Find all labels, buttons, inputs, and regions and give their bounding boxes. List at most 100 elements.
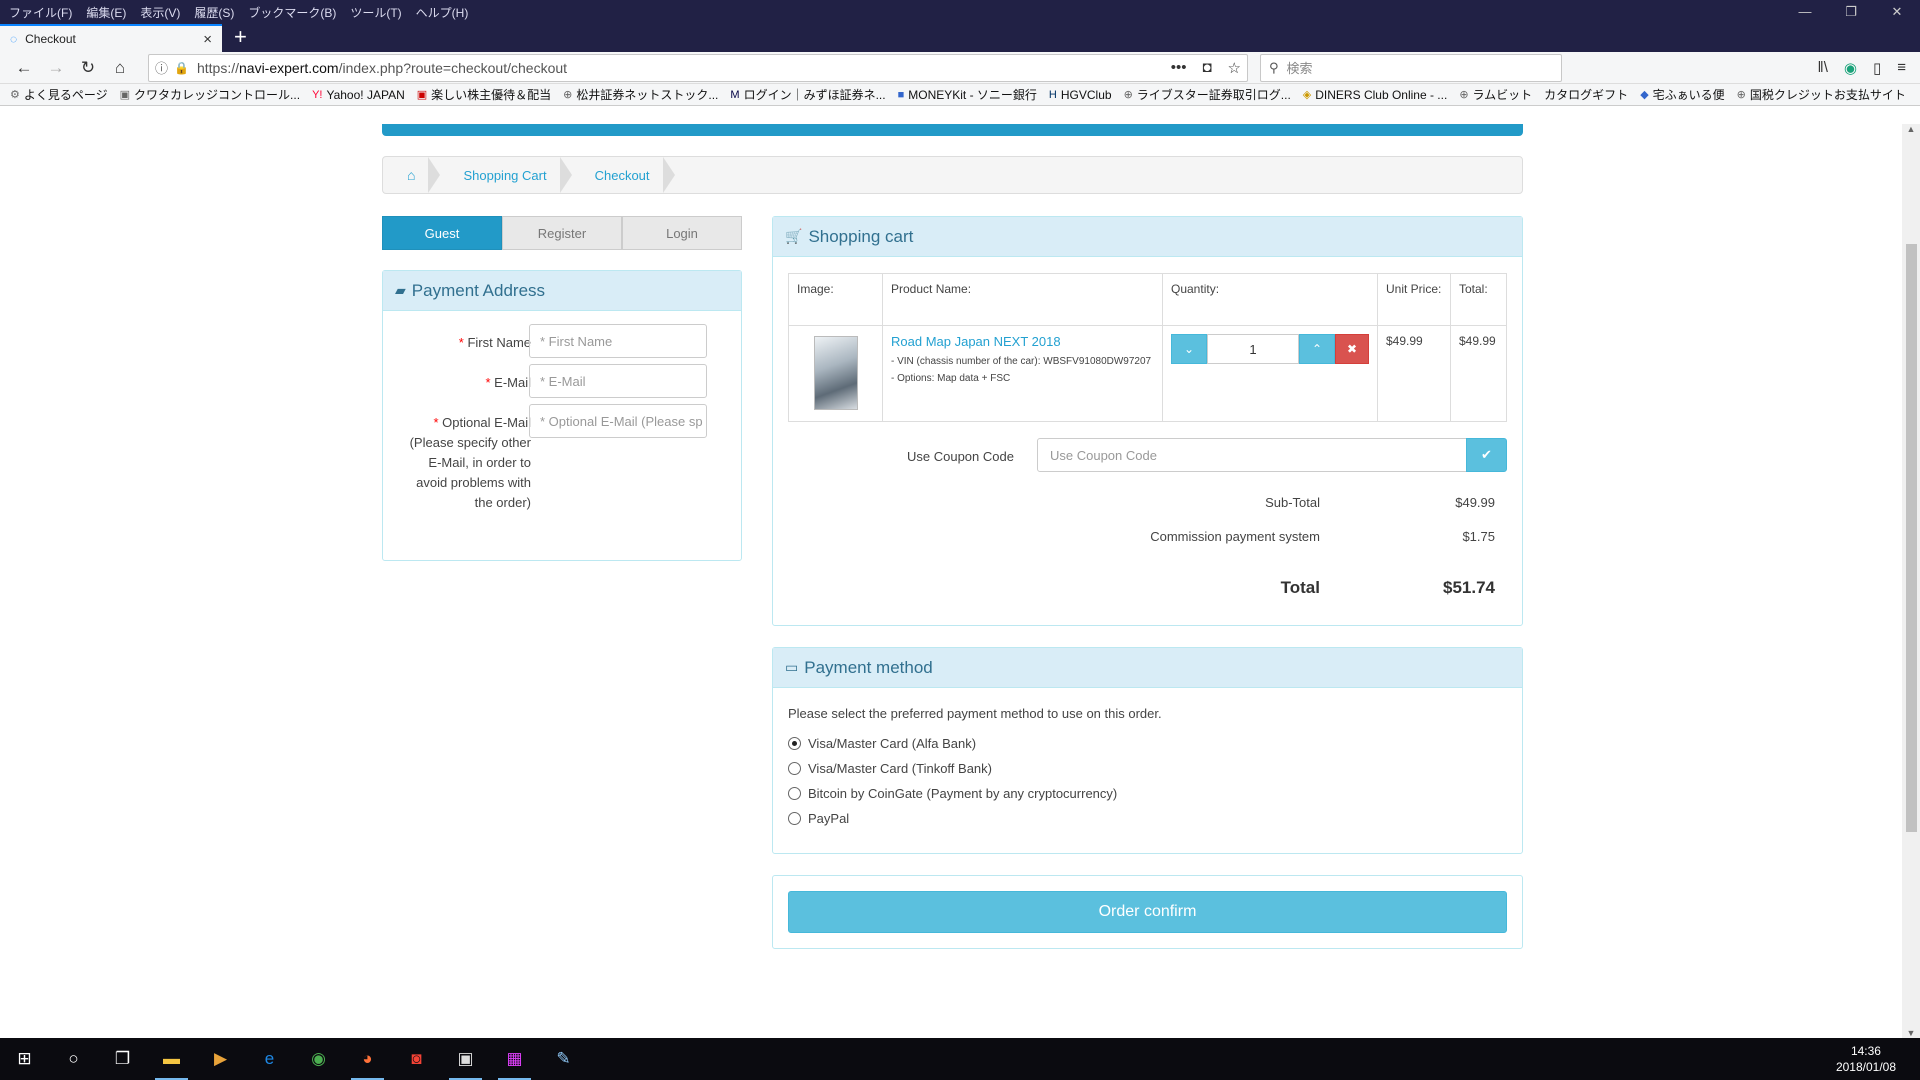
breadcrumb-home[interactable]: ⌂ <box>383 157 441 193</box>
globe-icon: ⊕ <box>1736 89 1746 101</box>
bookmark-item[interactable]: ⚙ よく見るページ <box>10 86 108 103</box>
bookmark-item[interactable]: ⊕ 国税クレジットお支払サイト <box>1737 86 1906 103</box>
book-icon: ▰ <box>395 282 406 298</box>
email-input[interactable]: * E-Mail <box>529 364 707 398</box>
forward-icon[interactable]: → <box>40 58 72 78</box>
system-clock[interactable]: 14:36 2018/01/08 <box>1836 1043 1920 1075</box>
breadcrumb-checkout[interactable]: Checkout <box>571 157 675 193</box>
payment-option-paypal[interactable]: PayPal <box>788 811 849 826</box>
increase-quantity-button[interactable]: ⌃ <box>1299 334 1335 364</box>
bookmark-item[interactable]: ▣ クワタカレッジコントロール... <box>120 86 300 103</box>
extension-icon[interactable]: ◉ <box>1844 59 1857 77</box>
radio-unselected[interactable] <box>788 762 801 775</box>
scroll-down-icon[interactable]: ▼ <box>1902 1028 1920 1038</box>
menu-file[interactable]: ファイル(F) <box>9 4 72 21</box>
radio-unselected[interactable] <box>788 787 801 800</box>
bookmark-item[interactable]: ▣ 楽しい株主優待＆配当 <box>417 86 551 103</box>
bookmark-star-icon[interactable]: ☆ <box>1228 59 1241 77</box>
table-row: Road Map Japan NEXT 2018 - VIN (chassis … <box>788 325 1507 422</box>
bookmark-item[interactable]: H HGVClub <box>1049 88 1112 102</box>
tab-bar: ◌ Checkout × + <box>0 24 1920 52</box>
search-input[interactable]: ⚲ 検索 <box>1260 53 1562 82</box>
bookmark-item[interactable]: カタログギフト <box>1544 86 1628 103</box>
quantity-stepper: ⌄ 1 ⌃ ✖ <box>1171 334 1369 364</box>
total-cell: $49.99 <box>1450 325 1507 422</box>
new-tab-icon[interactable]: + <box>234 24 247 50</box>
pocket-icon[interactable]: ◘ <box>1202 59 1211 77</box>
payment-option-alfa[interactable]: Visa/Master Card (Alfa Bank) <box>788 736 976 751</box>
app-icon[interactable]: ◙ <box>392 1038 441 1080</box>
first-name-input[interactable]: * First Name <box>529 324 707 358</box>
remove-item-button[interactable]: ✖ <box>1335 334 1369 364</box>
reload-icon[interactable]: ↻ <box>72 58 104 78</box>
paint-icon[interactable]: ✎ <box>539 1038 588 1080</box>
menu-help[interactable]: ヘルプ(H) <box>416 4 469 21</box>
tab-login[interactable]: Login <box>622 216 742 250</box>
windows-start-icon[interactable]: ⊞ <box>0 1038 49 1080</box>
menu-tools[interactable]: ツール(T) <box>350 4 401 21</box>
col-product-name: Product Name: <box>882 273 1163 326</box>
close-window-icon[interactable]: ✕ <box>1874 4 1920 20</box>
hamburger-menu-icon[interactable]: ≡ <box>1897 59 1906 77</box>
cortana-icon[interactable]: ○ <box>49 1038 98 1080</box>
quantity-input[interactable]: 1 <box>1207 334 1299 364</box>
bookmark-item[interactable]: ⊕ 松井証券ネットストック... <box>563 86 718 103</box>
bookmark-item[interactable]: ◆ 宅ふぁいる便 <box>1640 86 1724 103</box>
radio-selected[interactable] <box>788 737 801 750</box>
radio-unselected[interactable] <box>788 812 801 825</box>
coupon-input[interactable]: Use Coupon Code <box>1037 438 1467 472</box>
total-row: Total $51.74 <box>788 578 1507 598</box>
order-confirm-button[interactable]: Order confirm <box>788 891 1507 933</box>
bookmark-item[interactable]: ⊕ ライブスター証券取引ログ... <box>1124 86 1291 103</box>
confirm-panel: Order confirm <box>772 875 1523 949</box>
globe-icon: ⊕ <box>1123 89 1133 101</box>
media-player-icon[interactable]: ▶ <box>196 1038 245 1080</box>
menu-view[interactable]: 表示(V) <box>140 4 180 21</box>
url-bar[interactable]: ⓘ 🔒 https://navi-expert.com/index.php?ro… <box>148 53 1248 82</box>
scroll-up-icon[interactable]: ▲ <box>1902 124 1920 134</box>
product-image-cell <box>788 325 883 422</box>
menu-bookmarks[interactable]: ブックマーク(B) <box>248 4 336 21</box>
tab-guest[interactable]: Guest <box>382 216 502 250</box>
info-icon[interactable]: ⓘ <box>155 58 168 77</box>
apply-coupon-button[interactable]: ✔ <box>1466 438 1507 472</box>
product-name-link[interactable]: Road Map Japan NEXT 2018 <box>891 334 1154 349</box>
tab-register[interactable]: Register <box>502 216 622 250</box>
bookmark-favicon-icon: ■ <box>897 88 905 101</box>
library-icon[interactable]: ‖\ <box>1818 59 1828 77</box>
task-view-icon[interactable]: ❐ <box>98 1038 147 1080</box>
more-actions-icon[interactable]: ••• <box>1171 59 1187 77</box>
close-tab-icon[interactable]: × <box>203 31 212 48</box>
globe-icon: ⊕ <box>563 89 573 101</box>
bookmark-item[interactable]: Y! Yahoo! JAPAN <box>312 88 405 102</box>
payment-option-bitcoin[interactable]: Bitcoin by CoinGate (Payment by any cryp… <box>788 786 1117 801</box>
back-icon[interactable]: ← <box>8 58 40 78</box>
home-icon[interactable]: ⌂ <box>104 58 136 78</box>
menu-edit[interactable]: 編集(E) <box>86 4 126 21</box>
scrollbar-thumb[interactable] <box>1906 244 1917 832</box>
edge-icon[interactable]: e <box>245 1038 294 1080</box>
minimize-icon[interactable]: — <box>1782 4 1828 20</box>
optional-email-input[interactable]: * Optional E-Mail (Please sp <box>529 404 707 438</box>
decrease-quantity-button[interactable]: ⌄ <box>1171 334 1207 364</box>
menu-history[interactable]: 履歴(S) <box>194 4 234 21</box>
quantity-cell: ⌄ 1 ⌃ ✖ <box>1162 325 1378 422</box>
breadcrumb-shopping-cart[interactable]: Shopping Cart <box>439 157 572 193</box>
coupon-label: Use Coupon Code <box>907 449 1014 464</box>
page-scrollbar[interactable]: ▲ ▼ <box>1902 124 1920 1038</box>
bookmark-item[interactable]: ◈ DINERS Club Online - ... <box>1303 88 1448 102</box>
total-value: $51.74 <box>1443 578 1495 597</box>
bookmark-item[interactable]: ■ MONEYKit - ソニー銀行 <box>898 86 1037 103</box>
sidebar-icon[interactable]: ▯ <box>1873 59 1881 77</box>
bookmark-item[interactable]: ⊕ ラムビット <box>1459 86 1532 103</box>
chrome-icon[interactable]: ◉ <box>294 1038 343 1080</box>
tab-checkout[interactable]: ◌ Checkout × <box>0 24 222 52</box>
firefox-icon[interactable]: ◕ <box>343 1038 392 1080</box>
product-image[interactable] <box>813 336 858 410</box>
app-icon[interactable]: ▦ <box>490 1038 539 1080</box>
app-icon[interactable]: ▣ <box>441 1038 490 1080</box>
file-explorer-icon[interactable]: ▬ <box>147 1038 196 1080</box>
payment-option-tinkoff[interactable]: Visa/Master Card (Tinkoff Bank) <box>788 761 992 776</box>
restore-icon[interactable]: ❐ <box>1828 4 1874 20</box>
bookmark-item[interactable]: M ログイン｜みずほ証券ネ... <box>730 86 885 103</box>
